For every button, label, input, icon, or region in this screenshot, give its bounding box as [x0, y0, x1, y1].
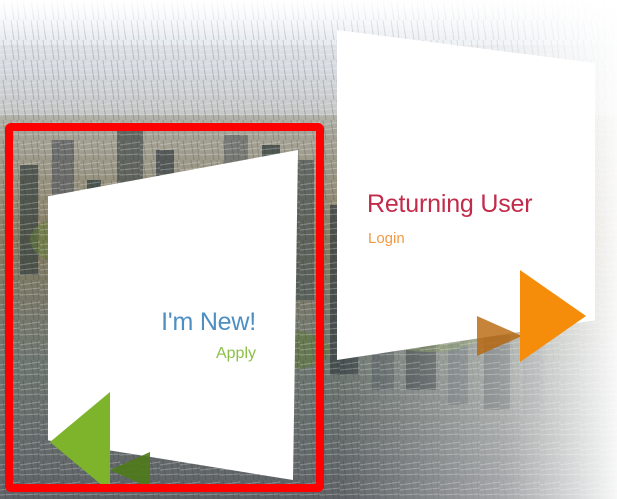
triangle-right-shadow-icon — [477, 316, 522, 356]
triangle-left-shadow-icon — [110, 452, 150, 488]
new-user-title: I'm New! — [161, 308, 256, 336]
apply-link[interactable]: Apply — [88, 345, 256, 363]
returning-user-title: Returning User — [367, 190, 533, 218]
new-user-card[interactable]: I'm New! Apply — [48, 150, 298, 492]
city-login-screen: Returning User Login I'm New! Apply — [0, 0, 617, 499]
triangle-left-icon[interactable] — [50, 392, 110, 492]
login-link[interactable]: Login — [368, 230, 405, 247]
returning-user-card[interactable]: Returning User Login — [337, 30, 595, 362]
triangle-right-icon[interactable] — [520, 270, 586, 362]
